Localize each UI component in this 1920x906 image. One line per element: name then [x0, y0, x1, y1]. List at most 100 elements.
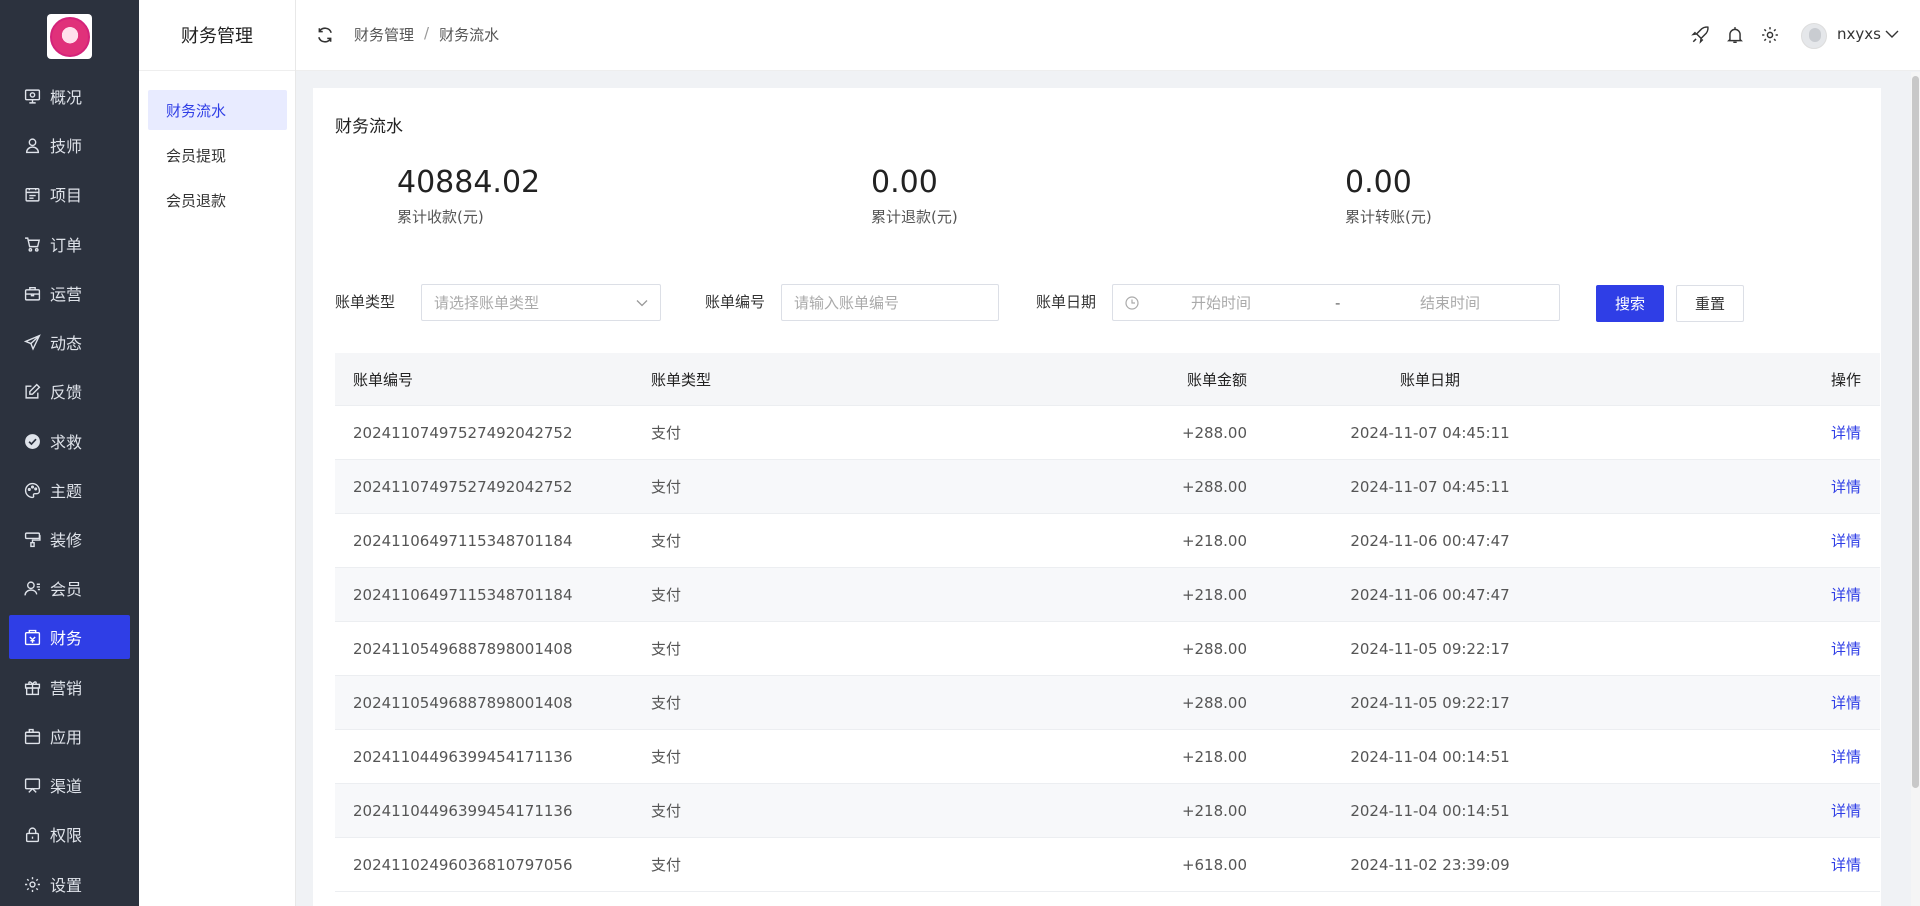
- sidebar-item-order[interactable]: 订单: [9, 222, 130, 266]
- sidebar-item-sos[interactable]: 求救: [9, 419, 130, 463]
- sidebar-item-label: 会员: [50, 580, 83, 599]
- stat-value: 0.00: [1345, 165, 1412, 200]
- settings-icon[interactable]: [1761, 26, 1779, 44]
- sidebar-item-theme[interactable]: 主题: [9, 468, 130, 512]
- date-cell: 2024-11-05 09:22:17: [1350, 639, 1510, 658]
- submenu-item-transactions[interactable]: 财务流水: [148, 90, 287, 130]
- sidebar-item-label: 反馈: [50, 383, 83, 402]
- table-row: 20241102496036810797056 支付 +618.00 2024-11-…: [335, 838, 1880, 892]
- bell-icon[interactable]: [1726, 26, 1744, 44]
- date-start-placeholder[interactable]: 开始时间: [1191, 292, 1251, 313]
- sidebar-item-dynamic[interactable]: 动态: [9, 320, 130, 364]
- top-header: 财务管理 / 财务流水 nxyxs: [296, 0, 1920, 71]
- date-cell: 2024-11-06 00:47:47: [1350, 585, 1510, 604]
- bill-no-label: 账单编号: [705, 293, 766, 311]
- amount-cell: +618.00: [1181, 855, 1247, 874]
- submenu-item-withdrawals[interactable]: 会员提现: [148, 135, 287, 175]
- date-cell: 2024-11-04 00:14:51: [1350, 801, 1510, 820]
- table-body: 2024110749752749204275​2 支付 +288.00 2024-11…: [335, 406, 1880, 892]
- sidebar-item-decoration[interactable]: 装修: [9, 517, 130, 561]
- table-row: 20241105496887898001408 支付 +288.00 2024-11-…: [335, 622, 1880, 676]
- detail-link[interactable]: 详情: [1830, 622, 1862, 675]
- channel-icon: [22, 775, 42, 795]
- date-cell: 2024-11-05 09:22:17: [1350, 693, 1510, 712]
- sidebar-item-channel[interactable]: 渠道: [9, 763, 130, 807]
- stat-label: 累计退款(元): [871, 208, 958, 226]
- amount-cell: +288.00: [1181, 693, 1247, 712]
- calendar-icon: [22, 184, 42, 204]
- briefcase-icon: [22, 283, 42, 303]
- sidebar-item-marketing[interactable]: 营销: [9, 665, 130, 709]
- sidebar-item-label: 运营: [50, 285, 83, 304]
- bill-no-cell: 20241105496887898001408: [353, 639, 573, 658]
- wallet-icon: [22, 627, 42, 647]
- amount-cell: +218.00: [1181, 747, 1247, 766]
- sidebar-item-technician[interactable]: 技师: [9, 123, 130, 167]
- bill-type-cell: 支付: [651, 694, 682, 712]
- bill-date-label: 账单日期: [1036, 293, 1097, 311]
- detail-link[interactable]: 详情: [1830, 730, 1862, 783]
- sidebar-item-settings[interactable]: 设置: [9, 862, 130, 906]
- sidebar-item-permission[interactable]: 权限: [9, 812, 130, 856]
- lock-icon: [22, 824, 42, 844]
- date-cell: 2024-11-06 00:47:47: [1350, 531, 1510, 550]
- submenu-title: 财务管理: [139, 0, 295, 71]
- bill-type-cell: 支付: [651, 424, 682, 442]
- amount-cell: +218.00: [1181, 531, 1247, 550]
- sidebar-item-label: 动态: [50, 334, 83, 353]
- sidebar-item-label: 装修: [50, 531, 83, 550]
- amount-cell: +218.00: [1181, 801, 1247, 820]
- member-icon: [22, 578, 42, 598]
- detail-link[interactable]: 详情: [1830, 406, 1862, 459]
- submenu-item-refunds[interactable]: 会员退款: [148, 180, 287, 220]
- amount-cell: +288.00: [1181, 477, 1247, 496]
- breadcrumb-separator: /: [424, 24, 430, 42]
- sidebar-item-label: 技师: [50, 137, 83, 156]
- avatar[interactable]: [1801, 23, 1827, 49]
- table-row: 20241104496399454171136 支付 +218.00 2024-11-…: [335, 730, 1880, 784]
- scrollbar-thumb[interactable]: [1912, 76, 1919, 788]
- dashboard-icon: [22, 86, 42, 106]
- app-logo[interactable]: [47, 14, 92, 59]
- breadcrumb-item-finance[interactable]: 财务管理: [354, 24, 414, 45]
- sidebar-item-label: 权限: [50, 826, 83, 845]
- sidebar-item-overview[interactable]: 概况: [9, 74, 130, 118]
- app-icon: [22, 726, 42, 746]
- sidebar-item-finance[interactable]: 财务: [9, 615, 130, 659]
- detail-link[interactable]: 详情: [1830, 676, 1862, 729]
- table-row: 20241106497115348701184 支付 +218.00 2024-11-…: [335, 514, 1880, 568]
- main-content-card: 财务流水 40884.02 累计收款(元) 0.00 累计退款(元) 0.00 …: [313, 88, 1881, 906]
- sidebar-item-project[interactable]: 项目: [9, 172, 130, 216]
- sidebar-item-label: 概况: [50, 88, 83, 107]
- username[interactable]: nxyxs: [1837, 25, 1881, 43]
- chevron-down-icon[interactable]: [1885, 29, 1899, 39]
- select-placeholder: 请选择账单类型: [434, 294, 540, 312]
- bill-no-cell: 20241105496887898001408: [353, 693, 573, 712]
- bill-no-cell: 20241104496399454171136: [353, 801, 573, 820]
- detail-link[interactable]: 详情: [1830, 838, 1862, 891]
- detail-link[interactable]: 详情: [1830, 460, 1862, 513]
- refresh-icon[interactable]: [316, 26, 334, 44]
- search-button[interactable]: 搜索: [1596, 285, 1664, 322]
- bill-no-input[interactable]: [781, 284, 999, 321]
- rocket-icon[interactable]: [1691, 26, 1709, 44]
- sidebar-item-operation[interactable]: 运营: [9, 271, 130, 315]
- date-end-placeholder[interactable]: 结束时间: [1420, 292, 1480, 313]
- stat-value: 40884.02: [397, 165, 541, 200]
- sidebar-item-feedback[interactable]: 反馈: [9, 369, 130, 413]
- column-header-action: 操作: [1830, 370, 1861, 389]
- table-header: 账单编号 账单类型 账单金额 账单日期 操作: [335, 353, 1880, 406]
- bill-type-select[interactable]: 请选择账单类型: [421, 284, 661, 321]
- check-circle-icon: [22, 431, 42, 451]
- main-sidebar: 概况 技师 项目 订单 运营 动态 反馈 求救 主题 装修 会员 财务 营销 应…: [0, 0, 139, 906]
- detail-link[interactable]: 详情: [1830, 514, 1862, 567]
- sidebar-item-member[interactable]: 会员: [9, 566, 130, 610]
- reset-button[interactable]: 重置: [1676, 285, 1744, 322]
- column-header-bill-no: 账单编号: [353, 370, 414, 389]
- bill-type-cell: 支付: [651, 586, 682, 604]
- sidebar-item-apps[interactable]: 应用: [9, 714, 130, 758]
- bill-date-range-picker[interactable]: 开始时间 - 结束时间: [1112, 284, 1560, 321]
- detail-link[interactable]: 详情: [1830, 568, 1862, 621]
- detail-link[interactable]: 详情: [1830, 784, 1862, 837]
- cart-icon: [22, 234, 42, 254]
